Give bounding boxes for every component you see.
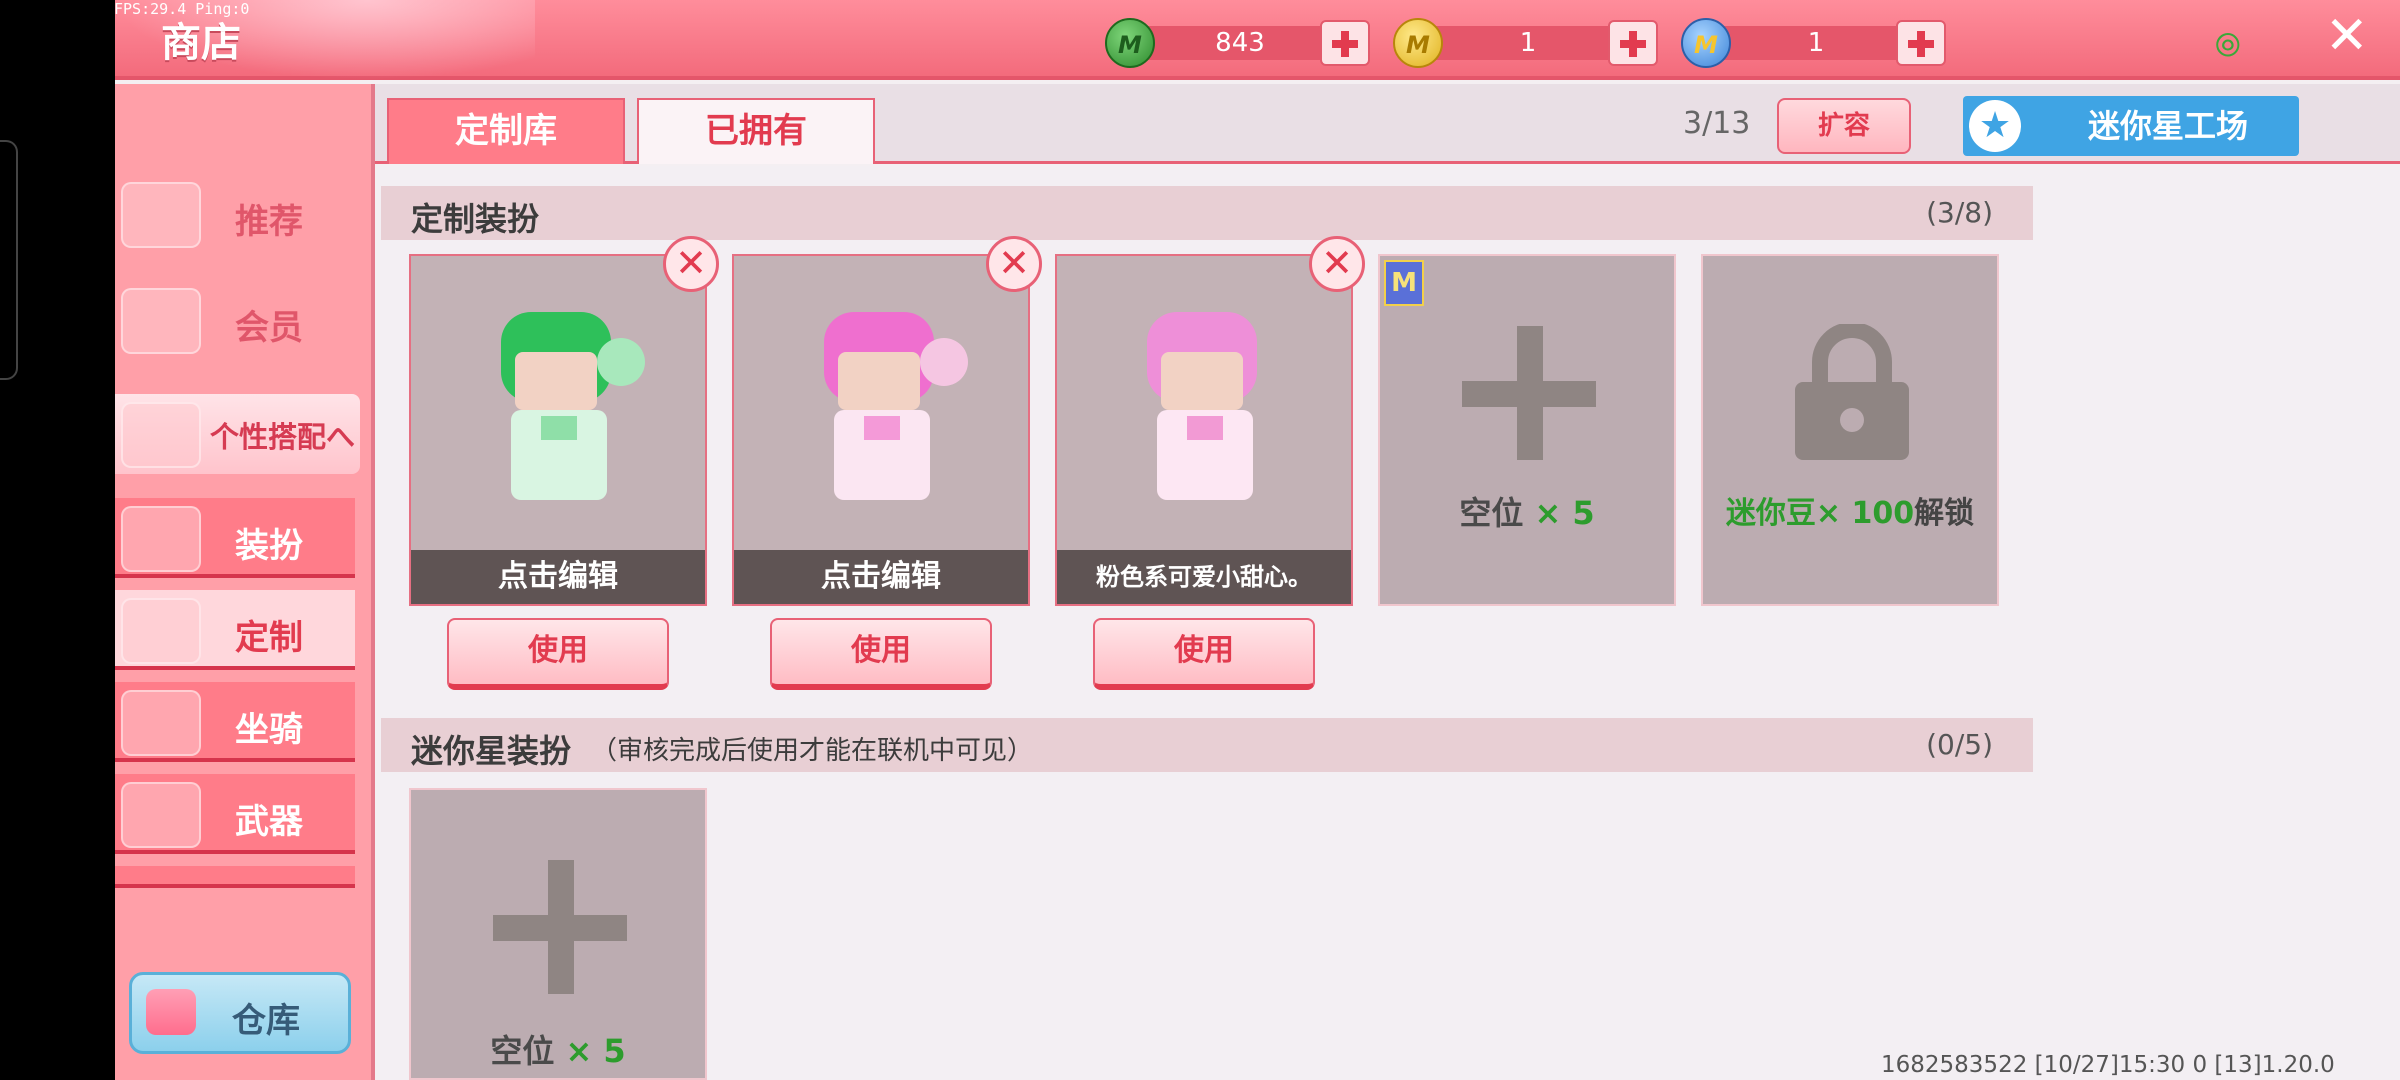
empty-slot-card[interactable]: M 空位 × 5 xyxy=(1378,254,1676,606)
plus-icon xyxy=(493,860,627,994)
top-bar: 商店 843 M 1 M 1 M ⦾ ✕ xyxy=(115,0,2400,80)
currency-blue-value: 1 xyxy=(1807,28,1825,58)
close-icon[interactable]: ✕ xyxy=(1309,236,1365,292)
close-icon[interactable]: ✕ xyxy=(2325,6,2369,66)
build-info: 1682583522 [10/27]15:30 0 [13]1.20.0 xyxy=(1881,1052,2335,1078)
nav-label: 个性搭配へ xyxy=(210,420,356,454)
empty-slot-label: 空位 × 5 xyxy=(490,1032,626,1070)
nav-item-recommend[interactable]: 推荐 xyxy=(115,174,360,256)
section-custom-outfits-header: 定制装扮 (3/8) xyxy=(381,186,2033,240)
nav-label: 武器 xyxy=(235,802,303,842)
device-edge xyxy=(0,140,18,380)
section-subtitle: （审核完成后使用才能在联机中可见） xyxy=(591,736,1034,766)
nav-item-custom[interactable]: 定制 xyxy=(115,590,355,670)
expand-button[interactable]: 扩容 xyxy=(1777,98,1911,154)
thumbs-up-icon xyxy=(121,182,201,248)
locked-slot-card[interactable]: 迷你豆× 100解锁 xyxy=(1701,254,1999,606)
section-count: (3/8) xyxy=(1926,196,1993,229)
nav-item-partial[interactable] xyxy=(115,866,355,888)
warehouse-button[interactable]: 仓库 xyxy=(129,972,351,1054)
nav-label: 定制 xyxy=(235,618,303,658)
mini-badge-icon: M xyxy=(1384,260,1424,306)
tab-custom-library[interactable]: 定制库 xyxy=(387,98,625,164)
tab-owned[interactable]: 已拥有 xyxy=(637,98,875,164)
unlock-label: 迷你豆× 100解锁 xyxy=(1725,496,1975,531)
nav-label: 会员 xyxy=(235,308,303,348)
card-caption: 点击编辑 xyxy=(411,550,705,604)
green-gem-icon: M xyxy=(1105,18,1155,68)
trophy-icon xyxy=(121,402,201,468)
nav-label: 坐骑 xyxy=(235,710,303,750)
nav-item-mount[interactable]: 坐骑 xyxy=(115,682,355,762)
nav-label: 推荐 xyxy=(235,202,303,242)
left-nav: 推荐 会员 个性搭配へ 装扮 定制 坐骑 武器 仓库 xyxy=(115,84,375,1080)
pencil-icon xyxy=(121,598,201,664)
section-title: 定制装扮 xyxy=(411,200,540,238)
nav-item-member[interactable]: 会员 xyxy=(115,280,360,362)
plus-icon xyxy=(1462,326,1596,460)
outfit-card[interactable]: 点击编辑 ✕ xyxy=(732,236,1042,606)
warehouse-label: 仓库 xyxy=(232,1001,300,1041)
gun-icon xyxy=(121,782,201,848)
use-button[interactable]: 使用 xyxy=(770,618,992,690)
close-icon[interactable]: ✕ xyxy=(663,236,719,292)
nav-label: 装扮 xyxy=(235,526,303,566)
add-gold-button[interactable] xyxy=(1608,20,1658,66)
card-caption: 粉色系可爱小甜心。 xyxy=(1057,550,1351,604)
shirt-icon xyxy=(121,506,201,572)
nav-item-costume[interactable]: 装扮 xyxy=(115,498,355,578)
signal-icon: ⦾ xyxy=(2215,26,2241,64)
close-icon[interactable]: ✕ xyxy=(986,236,1042,292)
nav-item-weapon[interactable]: 武器 xyxy=(115,774,355,854)
fps-readout: FPS:29.4 Ping:0 xyxy=(114,0,250,18)
outfit-card[interactable]: 粉色系可爱小甜心。 ✕ xyxy=(1055,236,1365,606)
member-icon xyxy=(121,288,201,354)
add-blue-button[interactable] xyxy=(1896,20,1946,66)
section-mini-star-outfits-header: 迷你星装扮 （审核完成后使用才能在联机中可见） (0/5) xyxy=(381,718,2033,772)
add-green-button[interactable] xyxy=(1320,20,1370,66)
use-button[interactable]: 使用 xyxy=(447,618,669,690)
section-count: (0/5) xyxy=(1926,728,1993,761)
tab-bar: 定制库 已拥有 3/13 扩容 ★ 迷你星工场 xyxy=(375,84,2400,164)
shop-window: 商店 843 M 1 M 1 M ⦾ ✕ 推荐 会员 个性搭配へ 装扮 定制 坐… xyxy=(115,0,2400,1080)
capacity-count: 3/13 xyxy=(1683,106,1751,141)
nav-item-outfit-combo[interactable]: 个性搭配へ xyxy=(115,394,360,474)
use-button[interactable]: 使用 xyxy=(1093,618,1315,690)
star-icon: ★ xyxy=(1969,100,2021,152)
workshop-label: 迷你星工场 xyxy=(2088,107,2249,145)
blue-coin-icon: M xyxy=(1681,18,1731,68)
empty-slot-label: 空位 × 5 xyxy=(1459,494,1595,532)
light-pink-avatar-image xyxy=(1147,312,1257,500)
green-avatar-image xyxy=(501,312,645,500)
page-title: 商店 xyxy=(161,20,241,66)
empty-slot-card[interactable]: 空位 × 5 xyxy=(409,788,707,1080)
pink-avatar-image xyxy=(824,312,968,500)
mount-icon xyxy=(121,690,201,756)
currency-gold-value: 1 xyxy=(1519,28,1537,58)
gold-coin-icon: M xyxy=(1393,18,1443,68)
currency-green-value: 843 xyxy=(1215,28,1265,58)
content-area: 定制装扮 (3/8) 点击编辑 ✕ 使用 点击编辑 ✕ 使用 粉色系可爱小甜心。… xyxy=(377,166,2400,1080)
workshop-button[interactable]: ★ 迷你星工场 xyxy=(1963,96,2299,156)
outfit-card[interactable]: 点击编辑 ✕ xyxy=(409,236,719,606)
card-caption: 点击编辑 xyxy=(734,550,1028,604)
section-title: 迷你星装扮 xyxy=(411,732,572,770)
lock-icon xyxy=(1795,324,1909,460)
chest-icon xyxy=(146,989,196,1035)
